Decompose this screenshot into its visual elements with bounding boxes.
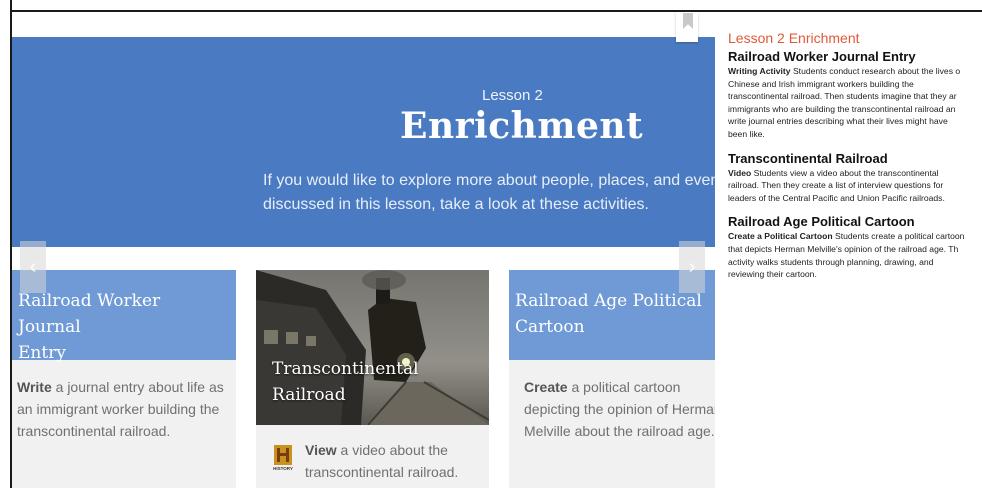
carousel-prev-button[interactable]: ‹ bbox=[20, 241, 46, 293]
card-title-line[interactable]: Transcontinental bbox=[272, 356, 419, 382]
panel-line: write journal entries describing what th… bbox=[728, 116, 948, 127]
panel-line: transcontinental railroad. Then students… bbox=[728, 91, 957, 102]
chevron-right-icon[interactable]: › bbox=[689, 256, 696, 278]
card-text: a journal entry about life as bbox=[51, 379, 224, 395]
history-logo-icon: HISTORY bbox=[273, 445, 293, 471]
card-text: transcontinental railroad. bbox=[17, 423, 171, 439]
panel-line: reviewing their cartoon. bbox=[728, 269, 817, 280]
card-title[interactable]: Railroad Worker Journal bbox=[18, 288, 228, 340]
card-title[interactable]: Entry bbox=[18, 340, 228, 366]
panel-heading: Lesson 2 Enrichment bbox=[728, 30, 860, 46]
card-text: a video about the bbox=[336, 442, 448, 458]
panel-item-title: Transcontinental Railroad bbox=[728, 150, 888, 166]
panel-line: railroad. Then they create a list of int… bbox=[728, 180, 944, 191]
hero-kicker-text: Lesson 2 bbox=[482, 87, 543, 104]
panel-item: Railroad Worker Journal Entry Writing Ac… bbox=[728, 49, 982, 141]
card-title-line[interactable]: Railroad bbox=[272, 382, 419, 408]
card-text: a political cartoon bbox=[567, 379, 681, 395]
enrichment-summary-panel: Lesson 2 Enrichment Railroad Worker Jour… bbox=[728, 30, 982, 291]
panel-line: activity walks students through planning… bbox=[728, 256, 934, 267]
hero-description: If you would like to explore more about … bbox=[263, 169, 715, 217]
hero-banner: Lesson 2 Enrichment If you would like to… bbox=[12, 37, 715, 247]
card-text: transcontinental railroad. bbox=[305, 464, 459, 480]
card-text: depicting the opinion of Herman bbox=[524, 401, 715, 417]
card-title[interactable]: Cartoon bbox=[515, 314, 707, 340]
panel-line: leaders of the Central Pacific and Union… bbox=[728, 192, 945, 203]
panel-item-description: Create a Political Cartoon Students crea… bbox=[728, 230, 982, 280]
panel-item-type: Create a Political Cartoon bbox=[728, 231, 833, 242]
card-verb: Create bbox=[524, 379, 568, 395]
activity-card-journal[interactable]: Railroad Worker Journal Entry Write a jo… bbox=[12, 270, 236, 488]
panel-item-title: Railroad Worker Journal Entry bbox=[728, 49, 916, 64]
card-description: Create a political cartoon depicting the… bbox=[509, 360, 715, 442]
activity-card-video[interactable]: Transcontinental Railroad HISTORY View a… bbox=[256, 270, 489, 488]
panel-item: Transcontinental Railroad Video Students… bbox=[728, 151, 982, 205]
panel-line: Students view a video about the transcon… bbox=[751, 167, 939, 178]
panel-line: Students conduct research about the live… bbox=[790, 66, 961, 76]
panel-item-title: Railroad Age Political Cartoon bbox=[728, 214, 915, 230]
window-top-border bbox=[0, 0, 982, 12]
panel-line: been like. bbox=[728, 128, 765, 139]
card-verb: View bbox=[305, 442, 337, 458]
panel-line: Chinese and Irish immigrant workers buil… bbox=[728, 78, 914, 89]
hero-description-line: If you would like to explore more about … bbox=[263, 172, 715, 189]
panel-item: Railroad Age Political Cartoon Create a … bbox=[728, 214, 982, 280]
card-text: Melville about the railroad age. bbox=[524, 423, 715, 439]
hero-description-line: discussed in this lesson, take a look at… bbox=[263, 196, 649, 213]
card-text: an immigrant worker building the bbox=[17, 401, 220, 417]
train-photo[interactable]: Transcontinental Railroad bbox=[256, 270, 489, 425]
activity-card-cartoon[interactable]: Railroad Age Political Cartoon Create a … bbox=[509, 270, 715, 488]
carousel-next-button[interactable]: › bbox=[679, 241, 705, 293]
hero-kicker: Lesson 2 bbox=[12, 87, 715, 104]
svg-text:HISTORY: HISTORY bbox=[273, 466, 293, 471]
card-verb: Write bbox=[17, 379, 52, 395]
chevron-left-icon[interactable]: ‹ bbox=[30, 256, 37, 278]
window-left-border bbox=[0, 0, 12, 488]
panel-item-description: Video Students view a video about the tr… bbox=[728, 167, 982, 205]
panel-item-type: Video bbox=[728, 167, 752, 178]
panel-line: Students create a political cartoon bbox=[832, 231, 965, 242]
panel-line: immigrants who are building the transcon… bbox=[728, 103, 956, 114]
card-description: HISTORY View a video about the transcont… bbox=[256, 425, 489, 483]
card-title[interactable]: Transcontinental Railroad bbox=[272, 356, 419, 408]
card-description: Write a journal entry about life as an i… bbox=[12, 360, 236, 442]
panel-line: that depicts Herman Melville's opinion o… bbox=[728, 243, 959, 254]
panel-item-description: Writing Activity Students conduct resear… bbox=[728, 65, 982, 141]
panel-item-type: Writing Activity bbox=[728, 66, 791, 76]
page-title: Enrichment bbox=[400, 105, 644, 147]
